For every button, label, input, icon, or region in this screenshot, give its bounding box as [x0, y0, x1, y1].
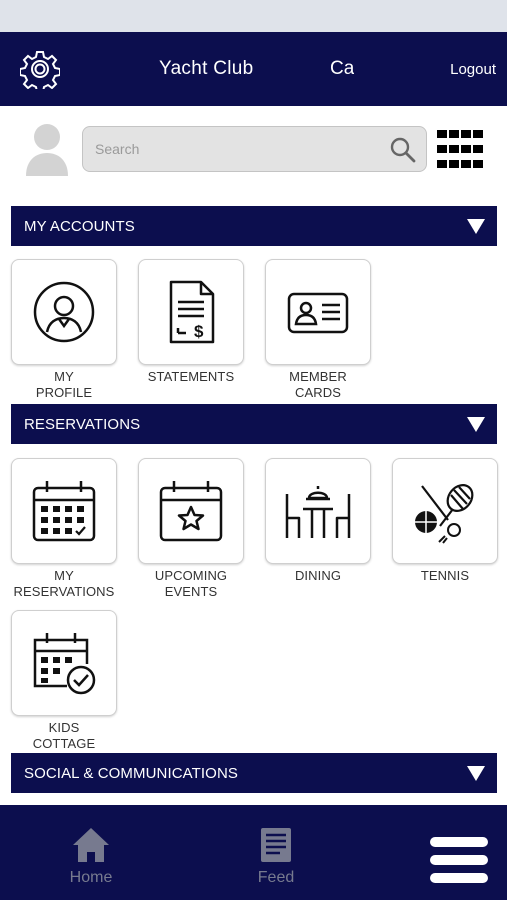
- profile-icon: [33, 281, 95, 343]
- calendar-star-icon: [159, 481, 223, 542]
- tile-box[interactable]: [265, 458, 371, 564]
- tile-box[interactable]: [265, 259, 371, 365]
- calendar-check-icon: [33, 633, 96, 695]
- nav-feed-label: Feed: [257, 869, 295, 886]
- avatar[interactable]: [24, 122, 70, 176]
- sports-equipment-icon: [415, 484, 474, 544]
- id-card-icon: [287, 292, 349, 334]
- tile-tennis[interactable]: TENNIS: [392, 458, 498, 584]
- home-icon: [73, 828, 109, 862]
- tile-caption: DINING: [294, 568, 342, 583]
- section-social-communications[interactable]: SOCIAL & COMMUNICATIONS: [11, 753, 497, 793]
- dining-table-icon: [285, 486, 351, 538]
- app-title: Yacht Club: [159, 58, 254, 79]
- tile-box[interactable]: [11, 259, 117, 365]
- tile-box[interactable]: [11, 610, 117, 716]
- tile-caption: MY PROFILE: [35, 369, 93, 400]
- svg-text:$: $: [194, 322, 204, 341]
- section-reservations[interactable]: RESERVATIONS: [11, 404, 497, 444]
- nav-feed[interactable]: Feed: [231, 825, 321, 887]
- section-label: RESERVATIONS: [24, 416, 141, 433]
- search-input[interactable]: [95, 138, 375, 160]
- hamburger-menu-icon[interactable]: [429, 836, 489, 884]
- tile-caption: MEMBER CARDS: [289, 369, 347, 400]
- tile-caption: MY RESERVATIONS: [13, 568, 115, 599]
- search-row: [0, 106, 507, 196]
- search-box: [82, 126, 427, 172]
- nav-home-label: Home: [69, 869, 113, 886]
- tile-box[interactable]: [138, 458, 244, 564]
- section-my-accounts[interactable]: MY ACCOUNTS: [11, 206, 497, 246]
- tile-dining[interactable]: DINING: [265, 458, 371, 584]
- tile-statements[interactable]: $ STATEMENTS: [138, 259, 244, 385]
- section-label: MY ACCOUNTS: [24, 218, 135, 235]
- feed-icon: [261, 828, 291, 862]
- logout-button[interactable]: Logout: [450, 61, 496, 78]
- tile-upcoming-events[interactable]: UPCOMING EVENTS: [138, 458, 244, 600]
- nav-home[interactable]: Home: [46, 825, 136, 887]
- calendar-grid-icon: [32, 481, 96, 542]
- tile-my-profile[interactable]: MY PROFILE: [11, 259, 117, 401]
- tile-member-cards[interactable]: MEMBER CARDS: [265, 259, 371, 401]
- statement-document-icon: $: [169, 280, 215, 344]
- grid-icon[interactable]: [437, 130, 483, 168]
- tile-kids-cottage[interactable]: KIDS COTTAGE: [11, 610, 117, 752]
- bottom-navigation: Home Feed: [0, 805, 507, 900]
- tile-my-reservations[interactable]: MY RESERVATIONS: [11, 458, 117, 600]
- calendar-link[interactable]: Ca: [330, 58, 354, 80]
- triangle-down-icon[interactable]: [467, 219, 485, 234]
- status-bar: [0, 0, 507, 32]
- triangle-down-icon[interactable]: [467, 417, 485, 432]
- tile-caption: STATEMENTS: [147, 369, 235, 384]
- section-label: SOCIAL & COMMUNICATIONS: [24, 765, 238, 782]
- tile-box[interactable]: [392, 458, 498, 564]
- top-app-bar: Yacht Club Ca Logout: [0, 32, 507, 106]
- tile-caption: UPCOMING EVENTS: [154, 568, 228, 599]
- tile-box[interactable]: $: [138, 259, 244, 365]
- triangle-down-icon[interactable]: [467, 766, 485, 781]
- tile-caption: TENNIS: [420, 568, 470, 583]
- search-icon[interactable]: [390, 137, 416, 163]
- gear-icon[interactable]: [20, 49, 60, 89]
- tile-box[interactable]: [11, 458, 117, 564]
- tile-caption: KIDS COTTAGE: [32, 720, 96, 751]
